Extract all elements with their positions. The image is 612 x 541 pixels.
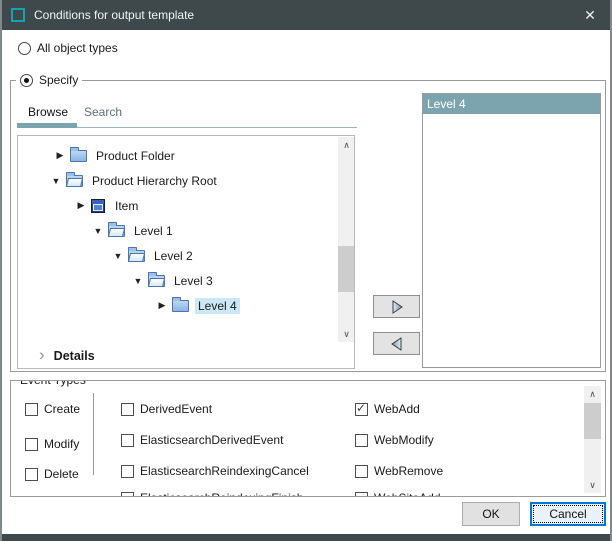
selected-list-item[interactable]: Level 4 xyxy=(423,94,600,114)
checkbox[interactable] xyxy=(25,403,38,416)
checkbox-elasticsearchreindexingcancel[interactable]: ElasticsearchReindexingCancel xyxy=(121,464,309,478)
checkbox[interactable] xyxy=(121,434,134,447)
checkbox-webadd[interactable]: WebAdd xyxy=(355,402,420,416)
chevron-collapsed-icon[interactable] xyxy=(54,150,66,161)
checkbox-modify[interactable]: Modify xyxy=(25,437,79,451)
tree-item-level-1[interactable]: Level 1 xyxy=(92,218,176,243)
checkbox-derivedevent[interactable]: DerivedEvent xyxy=(121,402,212,416)
folder-open-icon xyxy=(108,225,125,237)
checkbox[interactable] xyxy=(355,492,368,498)
checkbox-elasticsearchderivedevent[interactable]: ElasticsearchDerivedEvent xyxy=(121,433,283,447)
arrow-left-icon xyxy=(389,337,405,351)
folder-icon xyxy=(70,150,87,162)
window-title: Conditions for output template xyxy=(34,8,194,22)
title-bar: Conditions for output template ✕ xyxy=(2,0,610,30)
checkbox[interactable] xyxy=(355,403,368,416)
checkbox-label: ElasticsearchReindexingCancel xyxy=(140,464,309,478)
chevron-collapsed-icon[interactable] xyxy=(75,200,87,211)
chevron-expanded-icon[interactable] xyxy=(92,226,104,236)
tab-browse[interactable]: Browse xyxy=(28,105,68,119)
active-tab-underline xyxy=(17,123,77,128)
column-divider xyxy=(93,393,94,475)
checkbox-delete[interactable]: Delete xyxy=(25,467,79,481)
checkbox[interactable] xyxy=(121,492,134,498)
item-cube-icon xyxy=(91,199,105,213)
checkbox[interactable] xyxy=(355,434,368,447)
checkbox-webremove[interactable]: WebRemove xyxy=(355,464,443,478)
ok-button[interactable]: OK xyxy=(462,502,520,526)
scroll-down-icon[interactable]: ∨ xyxy=(338,326,355,342)
window-bottom-border xyxy=(0,534,612,541)
folder-open-icon xyxy=(66,175,83,187)
event-types-group: Event Types Create Modify Delete Derived… xyxy=(10,380,606,497)
event-types-scrollbar[interactable]: ∧ ∨ xyxy=(584,386,601,493)
tree-item-label[interactable]: Level 4 xyxy=(195,298,240,314)
selected-objects-list: Level 4 xyxy=(422,93,601,368)
checkbox[interactable] xyxy=(355,465,368,478)
checkbox-label: Delete xyxy=(44,467,79,481)
checkbox-label: Create xyxy=(44,402,80,416)
chevron-expanded-icon[interactable] xyxy=(132,276,144,286)
checkbox-label: WebModify xyxy=(374,433,434,447)
tree-item-label[interactable]: Product Folder xyxy=(93,148,178,164)
chevron-right-icon: › xyxy=(39,346,45,363)
scrollbar-thumb[interactable] xyxy=(584,403,601,439)
cancel-button[interactable]: Cancel xyxy=(530,502,606,526)
scroll-up-icon[interactable]: ∧ xyxy=(338,137,355,153)
scroll-down-icon[interactable]: ∨ xyxy=(584,477,601,493)
conditions-dialog: Conditions for output template ✕ All obj… xyxy=(0,0,612,541)
radio-all-label: All object types xyxy=(37,41,118,55)
checkbox-create[interactable]: Create xyxy=(25,402,80,416)
checkbox[interactable] xyxy=(25,468,38,481)
app-icon xyxy=(11,8,25,22)
checkbox-webmodify[interactable]: WebModify xyxy=(355,433,434,447)
tree-item-product-folder[interactable]: Product Folder xyxy=(54,143,178,168)
details-label: Details xyxy=(54,349,95,363)
tree-item-label[interactable]: Level 3 xyxy=(171,273,216,289)
tree-item-level-4[interactable]: Level 4 xyxy=(156,293,240,318)
folder-open-icon xyxy=(148,275,165,287)
tree-item-label[interactable]: Level 1 xyxy=(131,223,176,239)
tree-item-level-3[interactable]: Level 3 xyxy=(132,268,216,293)
object-tree-panel: Product Folder Product Hierarchy Root It… xyxy=(17,135,355,369)
radio-circle[interactable] xyxy=(18,42,31,55)
checkbox-label: Modify xyxy=(44,437,79,451)
checkbox-label: WebRemove xyxy=(374,464,443,478)
checkbox-label: WebSiteAdd xyxy=(374,491,441,497)
scrollbar-thumb[interactable] xyxy=(338,246,355,292)
close-icon[interactable]: ✕ xyxy=(570,0,610,30)
tree-item-label[interactable]: Level 2 xyxy=(151,248,196,264)
tree-item-product-hierarchy-root[interactable]: Product Hierarchy Root xyxy=(50,168,220,193)
chevron-expanded-icon[interactable] xyxy=(50,176,62,186)
radio-specify[interactable]: Specify xyxy=(16,73,82,87)
tree-item-label[interactable]: Item xyxy=(112,198,141,214)
radio-circle[interactable] xyxy=(20,74,33,87)
event-types-label: Event Types xyxy=(16,380,90,387)
tree-item-item[interactable]: Item xyxy=(75,193,141,218)
arrow-right-icon xyxy=(389,300,405,314)
checkbox-websiteadd[interactable]: WebSiteAdd xyxy=(355,491,441,497)
tree-scrollbar[interactable]: ∧ ∨ xyxy=(338,137,355,342)
checkbox-label: DerivedEvent xyxy=(140,402,212,416)
chevron-collapsed-icon[interactable] xyxy=(156,300,168,311)
checkbox[interactable] xyxy=(121,465,134,478)
tree-item-level-2[interactable]: Level 2 xyxy=(112,243,196,268)
radio-all-object-types[interactable]: All object types xyxy=(18,41,118,55)
checkbox-elasticsearchreindexingfinish[interactable]: ElasticsearchReindexingFinish xyxy=(121,491,303,497)
checkbox-label: ElasticsearchReindexingFinish xyxy=(140,491,303,497)
tree-item-label[interactable]: Product Hierarchy Root xyxy=(89,173,220,189)
folder-icon xyxy=(172,300,189,312)
scroll-up-icon[interactable]: ∧ xyxy=(584,386,601,402)
folder-open-icon xyxy=(128,250,145,262)
details-expander[interactable]: › Details xyxy=(18,342,354,369)
radio-specify-label: Specify xyxy=(39,73,78,87)
tab-search[interactable]: Search xyxy=(84,105,122,119)
checkbox[interactable] xyxy=(121,403,134,416)
move-right-button[interactable] xyxy=(373,295,420,318)
checkbox-label: WebAdd xyxy=(374,402,420,416)
move-left-button[interactable] xyxy=(373,332,420,355)
checkbox-label: ElasticsearchDerivedEvent xyxy=(140,433,283,447)
chevron-expanded-icon[interactable] xyxy=(112,251,124,261)
checkbox[interactable] xyxy=(25,438,38,451)
